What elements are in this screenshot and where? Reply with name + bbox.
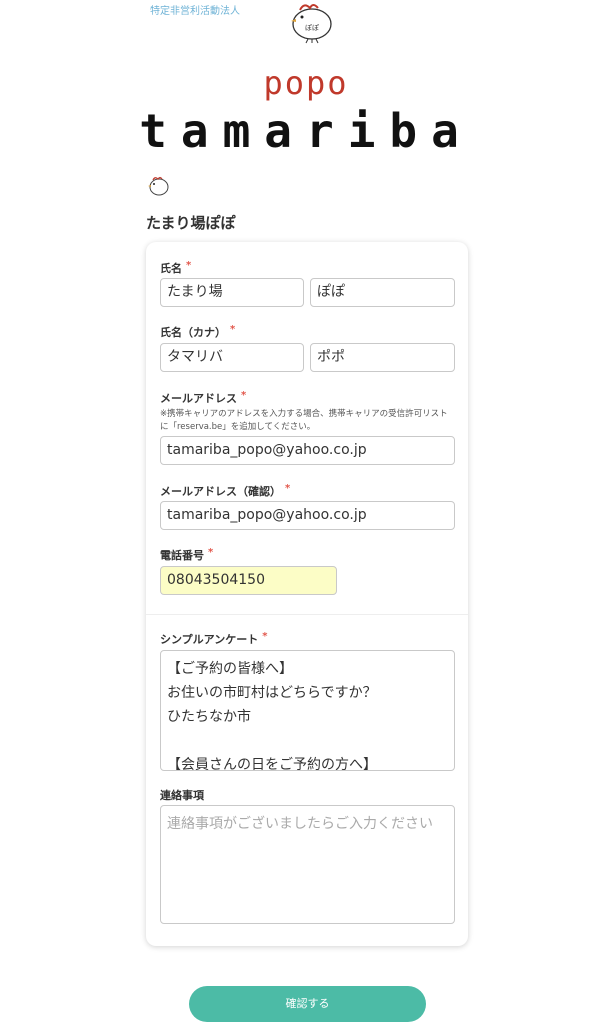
survey-line <box>167 729 448 753</box>
notes-placeholder: 連絡事項がございましたらご入力ください <box>167 816 433 832</box>
survey-line: ひたちなか市 <box>167 709 251 725</box>
email-confirm-label-text: メールアドレス（確認） <box>160 485 281 498</box>
survey-label: シンプルアンケート * <box>160 631 267 647</box>
email-confirm-input[interactable]: tamariba_popo@yahoo.co.jp <box>160 501 455 530</box>
reservation-form-card: 氏名 * たまり場 ぽぽ 氏名（カナ） * タマリバ ポポ メールアドレス * ※携帯… <box>146 242 468 946</box>
survey-line: お住いの市町村はどちらですか？ <box>167 685 377 701</box>
brand-logo-text: tamariba <box>139 104 473 158</box>
name-kana-label: 氏名（カナ） * <box>160 324 235 340</box>
name-kana-label-text: 氏名（カナ） <box>160 326 226 339</box>
name-label: 氏名 * <box>160 260 191 276</box>
required-mark: * <box>285 483 291 494</box>
section-divider <box>146 614 468 615</box>
first-name-input[interactable]: ぽぽ <box>310 278 455 307</box>
notes-label: 連絡事項 <box>160 789 204 802</box>
phone-label: 電話番号 * <box>160 547 213 563</box>
bird-mascot-icon: ぽぽ <box>291 4 332 44</box>
last-name-kana-input[interactable]: タマリバ <box>160 343 304 372</box>
first-name-kana-input[interactable]: ポポ <box>310 343 455 372</box>
survey-label-text: シンプルアンケート <box>160 633 259 646</box>
organization-label: 特定非営利活動法人 <box>150 6 240 17</box>
survey-line: 【ご予約の皆様へ】 <box>167 661 293 677</box>
required-mark: * <box>230 324 236 335</box>
survey-textarea[interactable]: 【ご予約の皆様へ】 お住いの市町村はどちらですか？ ひたちなか市 【会員さんの日… <box>160 650 455 771</box>
last-name-input[interactable]: たまり場 <box>160 278 304 307</box>
svg-text:ぽぽ: ぽぽ <box>305 24 319 32</box>
email-label: メールアドレス * <box>160 390 246 406</box>
required-mark: * <box>208 547 214 558</box>
required-mark: * <box>262 631 268 642</box>
required-mark: * <box>241 390 247 401</box>
shop-title: たまり場ぽぽ <box>146 214 236 232</box>
brand-subtitle: popo <box>263 64 349 102</box>
bird-small-icon <box>148 176 169 196</box>
phone-label-text: 電話番号 <box>160 549 204 562</box>
email-note: ※携帯キャリアのアドレスを入力する場合、携帯キャリアの受信許可リストに「rese… <box>160 409 448 432</box>
email-input[interactable]: tamariba_popo@yahoo.co.jp <box>160 436 455 465</box>
survey-line: 【会員さんの日をご予約の方へ】 <box>167 757 377 771</box>
required-mark: * <box>186 260 192 271</box>
email-confirm-label: メールアドレス（確認） * <box>160 483 290 499</box>
phone-input[interactable]: 08043504150 <box>160 566 337 595</box>
confirm-button[interactable]: 確認する <box>189 986 426 1022</box>
name-label-text: 氏名 <box>160 262 182 275</box>
notes-textarea[interactable]: 連絡事項がございましたらご入力ください <box>160 805 455 924</box>
email-label-text: メールアドレス <box>160 392 237 405</box>
